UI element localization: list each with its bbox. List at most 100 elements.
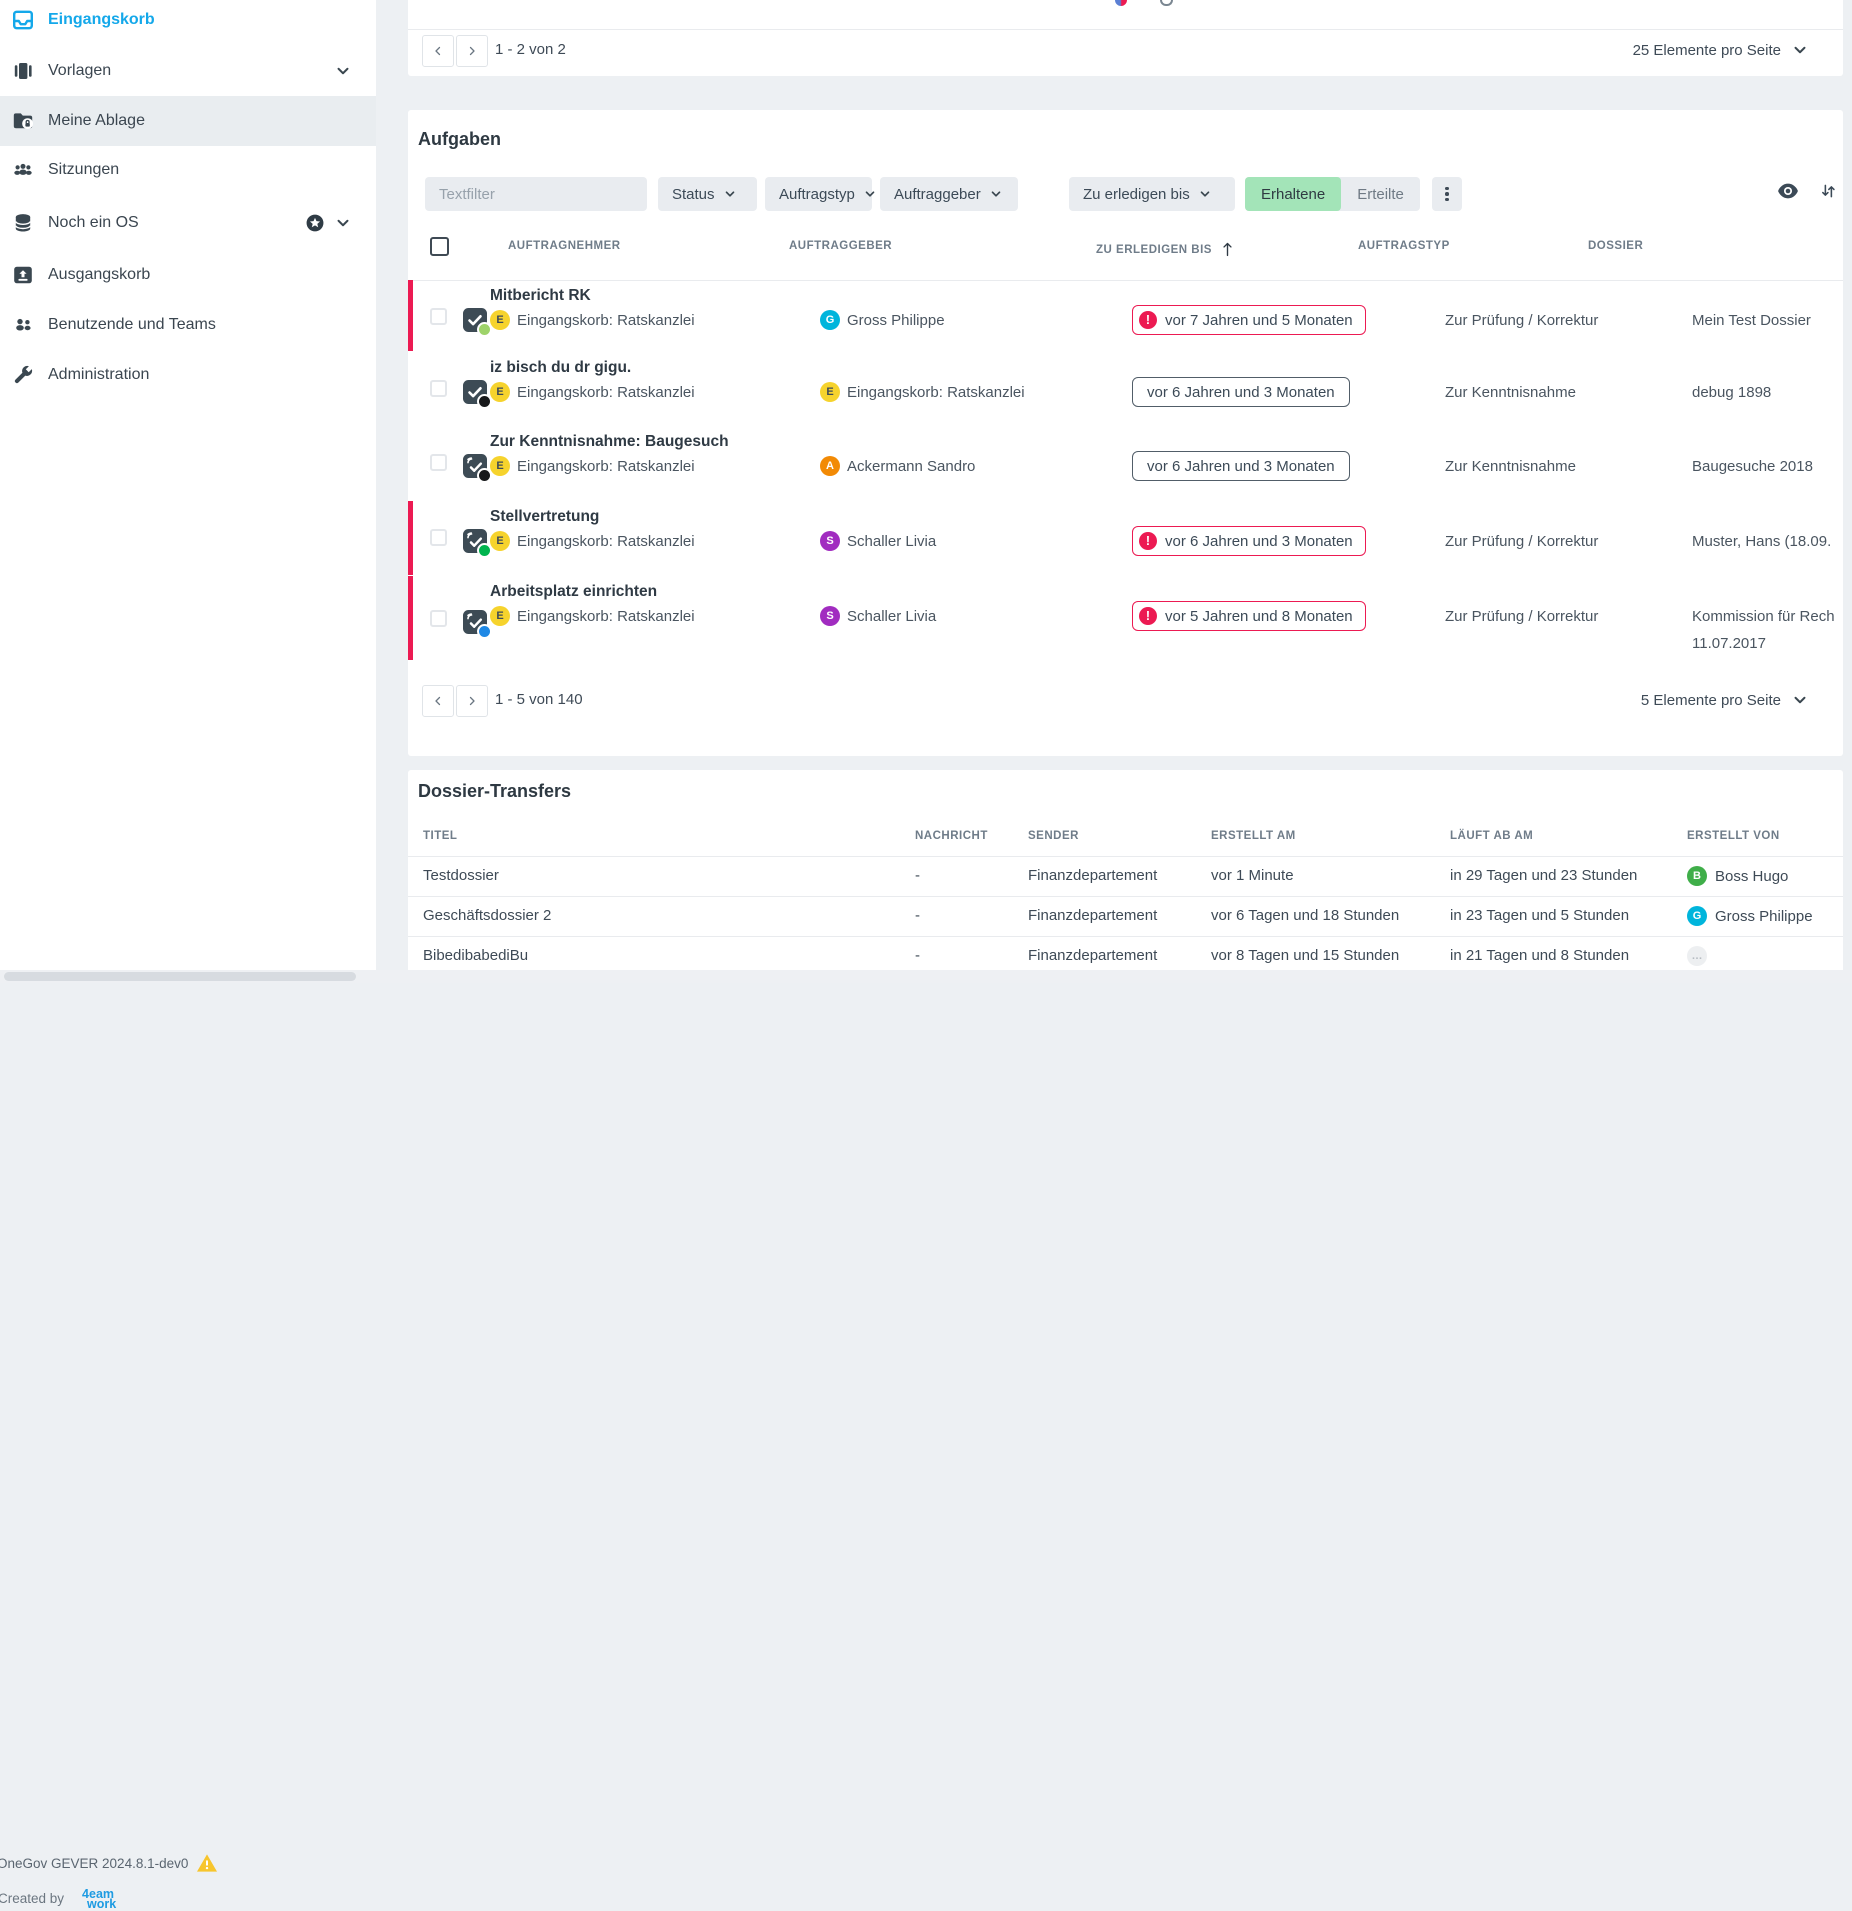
- transfer-creator: Gross Philippe: [1715, 908, 1813, 925]
- avatar: E: [820, 382, 840, 402]
- dossier-transfers-card: Dossier-Transfers TITEL NACHRICHT SENDER…: [408, 770, 1843, 983]
- task-issuer: Schaller Livia: [847, 533, 936, 550]
- sidebar-item-label: Eingangskorb: [48, 11, 155, 29]
- transfer-created: vor 6 Tagen und 18 Stunden: [1211, 907, 1399, 924]
- sidebar-item-label: Noch ein OS: [48, 214, 139, 232]
- task-check-icon: [462, 307, 488, 333]
- task-assignee: Eingangskorb: Ratskanzlei: [517, 312, 695, 329]
- column-header-nachricht[interactable]: NACHRICHT: [915, 830, 988, 842]
- row-checkbox[interactable]: [430, 529, 447, 546]
- avatar: E: [490, 606, 510, 626]
- column-header-sender[interactable]: SENDER: [1028, 830, 1079, 842]
- column-header-auftraggeber[interactable]: AUFTRAGGEBER: [789, 240, 892, 252]
- task-title: Mitbericht RK: [490, 287, 591, 305]
- due-date-badge: vor 6 Jahren und 3 Monaten: [1132, 451, 1350, 481]
- column-header-erstellt-am[interactable]: ERSTELLT AM: [1211, 830, 1296, 842]
- transfer-expires: in 29 Tagen und 23 Stunden: [1450, 867, 1637, 884]
- task-row[interactable]: Mitbericht RK E Eingangskorb: Ratskanzlei…: [408, 280, 1843, 352]
- column-header-auftragnehmer[interactable]: AUFTRAGNEHMER: [508, 240, 621, 252]
- more-options-button[interactable]: [1432, 177, 1462, 211]
- sidebar-item-administration[interactable]: Administration: [0, 351, 376, 399]
- received-issued-toggle: Erhaltene Erteilte: [1245, 177, 1420, 211]
- row-checkbox[interactable]: [430, 380, 447, 397]
- avatar: E: [490, 310, 510, 330]
- sidebar-item-label: Benutzende und Teams: [48, 316, 216, 334]
- transfer-message: -: [915, 907, 920, 924]
- due-date-filter-dropdown[interactable]: Zu erledigen bis: [1069, 177, 1235, 211]
- favorite-star-icon[interactable]: [304, 212, 326, 234]
- sidebar-item-label: Sitzungen: [48, 161, 119, 179]
- row-checkbox[interactable]: [430, 308, 447, 325]
- column-header-titel[interactable]: TITEL: [423, 830, 457, 842]
- task-row[interactable]: Zur Kenntnisnahme: Baugesuch EEingangsko…: [408, 426, 1843, 501]
- task-status-dot: [477, 624, 492, 639]
- transfer-created: vor 1 Minute: [1211, 867, 1294, 884]
- chevron-down-icon[interactable]: [334, 214, 352, 232]
- transfer-created: vor 8 Tagen und 15 Stunden: [1211, 947, 1399, 964]
- sort-ascending-arrow-icon: [1220, 240, 1235, 257]
- auftraggeber-filter-dropdown[interactable]: Auftraggeber: [880, 177, 1018, 211]
- top-list-card: 1 - 2 von 2 25 Elemente pro Seite: [408, 0, 1843, 76]
- repository-icon: [10, 210, 36, 236]
- avatar: E: [490, 456, 510, 476]
- status-filter-dropdown[interactable]: Status: [658, 177, 757, 211]
- task-row[interactable]: iz bisch du dr gigu. EEingangskorb: Rats…: [408, 352, 1843, 426]
- column-header-auftragstyp[interactable]: AUFTRAGSTYP: [1358, 240, 1450, 252]
- task-row[interactable]: Stellvertretung EEingangskorb: Ratskanzl…: [408, 501, 1843, 576]
- auftragstyp-filter-dropdown[interactable]: Auftragstyp: [765, 177, 872, 211]
- sidebar-item-meine-ablage[interactable]: Meine Ablage: [0, 96, 376, 146]
- task-title: Arbeitsplatz einrichten: [490, 583, 657, 601]
- column-header-zu-erledigen-bis[interactable]: ZU ERLEDIGEN BIS: [1096, 240, 1235, 257]
- task-dossier: Muster, Hans (18.09.: [1692, 533, 1831, 550]
- sidebar-item-benutzende-und-teams[interactable]: Benutzende und Teams: [0, 301, 376, 349]
- next-page-button[interactable]: [456, 35, 488, 67]
- sidebar-item-ausgangskorb[interactable]: Ausgangskorb: [0, 251, 376, 299]
- transfer-message: -: [915, 947, 920, 964]
- select-all-checkbox[interactable]: [430, 237, 449, 256]
- column-header-dossier[interactable]: DOSSIER: [1588, 240, 1643, 252]
- toggle-erhaltene[interactable]: Erhaltene: [1245, 177, 1341, 211]
- transfer-row[interactable]: Testdossier - Finanzdepartement vor 1 Mi…: [408, 856, 1843, 896]
- prev-page-button[interactable]: [422, 685, 454, 717]
- column-header-erstellt-von[interactable]: ERSTELLT VON: [1687, 830, 1780, 842]
- transfer-sender: Finanzdepartement: [1028, 907, 1157, 924]
- per-page-select[interactable]: 25 Elemente pro Seite: [1633, 35, 1809, 65]
- task-forwarded-check-icon: [462, 609, 488, 635]
- chevron-down-icon[interactable]: [334, 62, 352, 80]
- sort-order-icon[interactable]: [1819, 182, 1837, 200]
- task-dossier: debug 1898: [1692, 384, 1771, 401]
- column-visibility-eye-icon[interactable]: [1777, 182, 1799, 200]
- task-assignee: Eingangskorb: Ratskanzlei: [517, 608, 695, 625]
- task-assignee: Eingangskorb: Ratskanzlei: [517, 458, 695, 475]
- fourteamwork-logo[interactable]: 4eam work: [82, 1889, 116, 1909]
- column-header-laeuft-ab-am[interactable]: LÄUFT AB AM: [1450, 830, 1533, 842]
- clipped-icon-fragment: [1160, 0, 1173, 6]
- task-type: Zur Prüfung / Korrektur: [1445, 312, 1598, 329]
- outbox-icon: [10, 262, 36, 288]
- next-page-button[interactable]: [456, 685, 488, 717]
- prev-page-button[interactable]: [422, 35, 454, 67]
- sidebar-item-vorlagen[interactable]: Vorlagen: [0, 47, 376, 95]
- warning-icon[interactable]: [196, 1853, 218, 1873]
- templates-icon: [10, 58, 36, 84]
- avatar: G: [820, 310, 840, 330]
- due-date-badge: vor 6 Jahren und 3 Monaten: [1132, 377, 1350, 407]
- text-filter-input[interactable]: [425, 177, 647, 211]
- row-checkbox[interactable]: [430, 610, 447, 627]
- task-row[interactable]: Arbeitsplatz einrichten E Eingangskorb: R…: [408, 576, 1843, 661]
- sidebar-item-sitzungen[interactable]: Sitzungen: [0, 146, 376, 194]
- task-dossier-line2: 11.07.2017: [1692, 635, 1766, 652]
- row-checkbox[interactable]: [430, 454, 447, 471]
- overdue-exclamation-icon: !: [1139, 311, 1157, 329]
- horizontal-scrollbar-thumb[interactable]: [4, 972, 356, 981]
- sidebar-item-label: Ausgangskorb: [48, 266, 150, 284]
- task-type: Zur Prüfung / Korrektur: [1445, 533, 1598, 550]
- task-dossier: Baugesuche 2018: [1692, 458, 1813, 475]
- transfer-row[interactable]: Geschäftsdossier 2 - Finanzdepartement v…: [408, 896, 1843, 936]
- sidebar-item-noch-ein-os[interactable]: Noch ein OS: [0, 199, 376, 247]
- toggle-erteilte[interactable]: Erteilte: [1341, 177, 1420, 211]
- wrench-icon: [10, 362, 36, 388]
- sidebar-item-eingangskorb[interactable]: Eingangskorb: [0, 0, 376, 44]
- users-icon: [10, 312, 36, 338]
- per-page-select[interactable]: 5 Elemente pro Seite: [1641, 685, 1809, 715]
